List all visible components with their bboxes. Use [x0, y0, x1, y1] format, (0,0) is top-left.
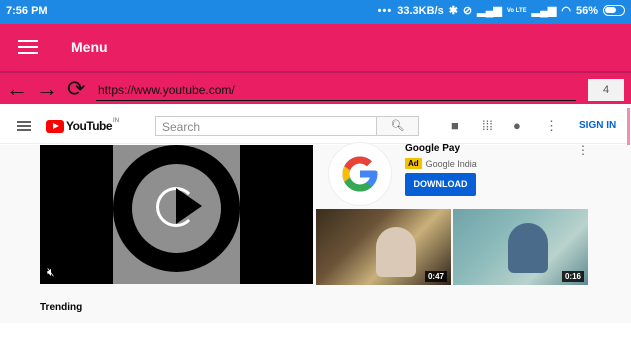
- thumbnail-person: [508, 223, 548, 273]
- forward-arrow-icon[interactable]: →: [36, 76, 58, 102]
- create-video-icon[interactable]: ■: [451, 118, 459, 133]
- video-player[interactable]: 🔇︎: [40, 145, 313, 284]
- volte-badge: Vo LTE: [506, 7, 527, 14]
- youtube-play-logo-icon: [46, 119, 64, 133]
- video-duration: 0:47: [424, 271, 447, 282]
- app-bar-title: Menu: [71, 39, 108, 55]
- app-bar: Menu: [0, 24, 631, 71]
- battery-percent: 56%: [575, 4, 598, 17]
- back-arrow-icon[interactable]: ←: [6, 76, 28, 102]
- thumbnail-person: [376, 227, 416, 277]
- hamburger-menu-icon[interactable]: [18, 40, 38, 54]
- clock: 7:56 PM: [6, 5, 48, 17]
- youtube-logo[interactable]: YouTube IN: [46, 118, 120, 133]
- wifi-icon: ◠: [561, 5, 571, 17]
- sign-in-link[interactable]: SIGN IN: [579, 120, 616, 131]
- more-options-icon[interactable]: ⋮: [545, 118, 558, 134]
- alarm-off-icon: ⊘: [462, 5, 473, 17]
- section-heading: Trending: [40, 302, 83, 313]
- youtube-header: YouTube IN Search 🔍︎ ■ ⁞⁞⁞ ● ⋮ SIGN IN: [0, 106, 631, 144]
- refresh-icon[interactable]: ⟳: [67, 76, 85, 102]
- tab-count-button[interactable]: 4: [588, 79, 624, 101]
- ad-subtitle: Ad Google India: [405, 158, 477, 169]
- video-thumbnail[interactable]: 0:16: [453, 209, 588, 285]
- youtube-logo-text: YouTube: [66, 119, 113, 133]
- youtube-menu-icon[interactable]: [17, 121, 31, 131]
- url-input[interactable]: https://www.youtube.com/: [96, 79, 576, 101]
- search-button[interactable]: 🔍︎: [377, 116, 419, 136]
- video-thumbnail[interactable]: 0:47: [316, 209, 451, 285]
- play-icon: [176, 188, 202, 224]
- ad-more-options-icon[interactable]: ⋮: [577, 143, 589, 157]
- google-g-icon: [342, 156, 378, 192]
- bluetooth-icon: ✱: [448, 5, 458, 17]
- signal-icon-2: ▂▄▆: [531, 5, 557, 17]
- country-code: IN: [113, 118, 120, 124]
- download-button[interactable]: DOWNLOAD: [405, 173, 476, 196]
- ad-badge: Ad: [405, 158, 422, 169]
- signal-icon-1: ▂▄▆: [477, 5, 502, 17]
- ad-advertiser: Google India: [425, 158, 477, 169]
- google-logo[interactable]: [328, 142, 392, 206]
- messages-icon[interactable]: ●: [513, 118, 521, 133]
- browser-nav-bar: ← → ⟳ https://www.youtube.com/ 4: [0, 71, 631, 104]
- network-speed: 33.3KB/s: [397, 4, 444, 17]
- search-input[interactable]: Search: [155, 116, 377, 136]
- battery-icon: [603, 5, 625, 16]
- search-icon: 🔍︎: [390, 120, 405, 132]
- status-icons: ••• 33.3KB/s ✱ ⊘ ▂▄▆ Vo LTE ▂▄▆ ◠ 56%: [378, 4, 625, 17]
- status-bar: 7:56 PM ••• 33.3KB/s ✱ ⊘ ▂▄▆ Vo LTE ▂▄▆ …: [0, 0, 631, 24]
- scrollbar[interactable]: [627, 108, 630, 150]
- notification-dots-icon: •••: [377, 4, 393, 17]
- ad-title[interactable]: Google Pay: [405, 143, 460, 154]
- apps-grid-icon[interactable]: ⁞⁞⁞: [482, 118, 493, 133]
- mute-icon[interactable]: 🔇︎: [47, 265, 55, 280]
- video-duration: 0:16: [561, 271, 584, 282]
